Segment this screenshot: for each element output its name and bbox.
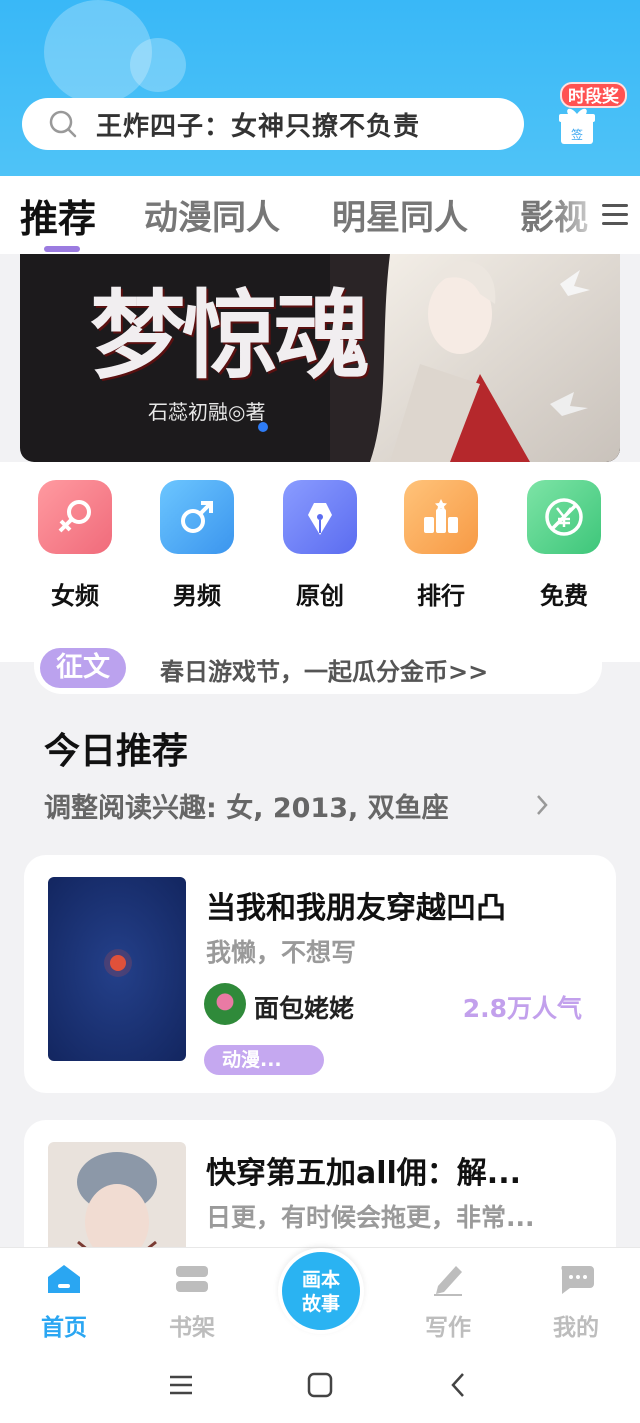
book-title: 快穿第五加all佣：解...: [206, 1156, 521, 1191]
category-shortcuts: 女频 男频 原创 排行 免费: [0, 462, 640, 662]
search-bar[interactable]: 王炸四子：女神只撩不负责: [22, 98, 524, 150]
book-description: 日更，有时候会拖更，非常...: [206, 1203, 535, 1232]
category-female[interactable]: 女频: [38, 480, 112, 611]
banner-illustration: [330, 254, 620, 462]
book-cover: [48, 877, 186, 1061]
home-button-icon[interactable]: [305, 1370, 335, 1400]
sign-in-reward[interactable]: 时段奖 签: [556, 82, 627, 152]
banner-title: 梦惊魂: [90, 279, 370, 392]
book-title: 当我和我朋友穿越凹凸: [206, 891, 506, 926]
system-navigation: [0, 1348, 640, 1423]
notice-text: 春日游戏节，一起瓜分金币>>: [160, 658, 489, 686]
center-button-line1: 画本: [301, 1269, 340, 1291]
nav-home[interactable]: 首页: [24, 1262, 104, 1342]
search-icon: [49, 110, 77, 138]
picture-story-button[interactable]: 画本 故事: [278, 1248, 364, 1334]
tab-star-fanfic[interactable]: 明星同人: [332, 190, 468, 239]
book-description: 我懒，不想写: [206, 938, 357, 967]
pen-nib-icon: [283, 480, 357, 554]
category-male[interactable]: 男频: [160, 480, 234, 611]
back-icon[interactable]: [444, 1370, 474, 1400]
recent-apps-icon[interactable]: [166, 1370, 196, 1400]
nav-label: 首页: [41, 1315, 87, 1341]
reward-badge: 时段奖: [560, 82, 627, 108]
author-name[interactable]: 面包姥姥: [254, 989, 354, 1025]
popularity-count: 2.8万人气: [462, 994, 582, 1023]
category-label: 排行: [417, 582, 465, 610]
banner-author: 石蕊初融◎著: [148, 400, 266, 424]
book-tag[interactable]: 动漫...: [204, 1045, 324, 1075]
category-label: 男频: [173, 582, 221, 610]
carousel-indicator: [258, 422, 268, 432]
pencil-icon: [434, 1266, 462, 1296]
nav-label: 书架: [169, 1315, 215, 1341]
nav-label: 写作: [425, 1315, 471, 1341]
nav-write[interactable]: 写作: [408, 1262, 488, 1342]
home-icon: [48, 1265, 80, 1293]
gift-label: 签: [571, 127, 583, 142]
free-yen-icon: [527, 480, 601, 554]
nav-mine[interactable]: 我的: [536, 1262, 616, 1342]
author-avatar[interactable]: [204, 983, 246, 1025]
center-button-line2: 故事: [301, 1293, 340, 1315]
category-label: 免费: [540, 582, 588, 610]
gift-icon: 签: [559, 108, 595, 144]
tab-recommend[interactable]: 推荐: [20, 188, 96, 243]
female-icon: [38, 480, 112, 554]
category-ranking[interactable]: 排行: [404, 480, 478, 611]
category-label: 原创: [296, 582, 344, 610]
search-placeholder: 王炸四子：女神只撩不负责: [96, 111, 421, 142]
bookshelf-icon: [176, 1266, 208, 1292]
category-label: 女频: [51, 582, 99, 610]
male-icon: [160, 480, 234, 554]
promo-banner[interactable]: 梦惊魂 石蕊初融◎著: [20, 254, 620, 462]
menu-icon[interactable]: [598, 198, 632, 232]
tab-anime-fanfic[interactable]: 动漫同人: [144, 190, 280, 239]
category-free[interactable]: 免费: [527, 480, 601, 611]
chevron-right-icon[interactable]: [534, 792, 550, 818]
header: 王炸四子：女神只撩不负责 时段奖 签: [0, 0, 640, 178]
nav-label: 我的: [553, 1315, 599, 1341]
decor-bubble-small: [130, 38, 186, 92]
category-original[interactable]: 原创: [283, 480, 357, 611]
tab-active-indicator: [44, 246, 80, 252]
adjust-interests-link[interactable]: 调整阅读兴趣: 女, 2013, 双鱼座: [44, 786, 449, 825]
book-card[interactable]: 当我和我朋友穿越凹凸 我懒，不想写 面包姥姥 2.8万人气 动漫...: [24, 855, 616, 1093]
nav-bookshelf[interactable]: 书架: [152, 1262, 232, 1342]
notice-tag: 征文: [40, 648, 126, 688]
category-tabs: 推荐 动漫同人 明星同人 影视: [0, 176, 640, 254]
announcement-bar[interactable]: 征文 春日游戏节，一起瓜分金币>>: [34, 640, 602, 694]
chat-bubble-icon: [561, 1266, 594, 1294]
section-title: 今日推荐: [44, 731, 189, 772]
ranking-icon: [404, 480, 478, 554]
